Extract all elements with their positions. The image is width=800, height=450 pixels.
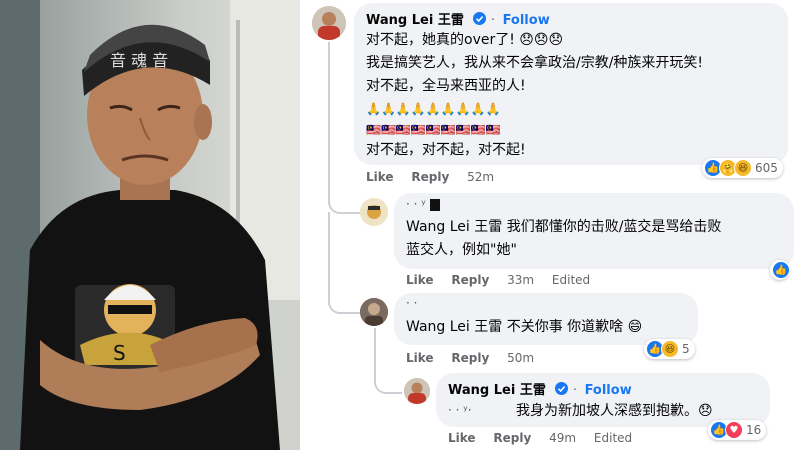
comment-timestamp[interactable]: 33m [507,273,534,287]
thread-line [328,212,330,292]
comment-panel: Wang Lei 王雷 · Follow 对不起，她真的over了! 😞😞😞 我… [300,0,800,450]
comment-author[interactable]: Wang Lei 王雷 [366,13,464,28]
edited-label[interactable]: Edited [552,273,590,287]
like-button[interactable]: Like [406,351,434,365]
comment-timestamp[interactable]: 52m [467,170,494,184]
thread-branch [328,190,360,214]
reply-text-line: 蓝交人，例如"她" [406,242,517,258]
commenter-name-redacted[interactable]: · · [406,296,417,310]
comment-author[interactable]: Wang Lei 王雷 [448,383,546,398]
photo-of-man: S 音 魂 音 [0,0,300,450]
haha-reaction-icon: 😆 [661,340,679,358]
like-button[interactable]: Like [366,170,394,184]
svg-text:S: S [113,341,126,365]
reply-text-line: 我身为新加坡人深感到抱歉。😞 [516,403,713,419]
haha-reaction-icon: 😆 [734,159,752,177]
edited-label[interactable]: Edited [594,431,632,445]
reaction-summary[interactable]: 👍 ♥ 16 [708,420,767,440]
comment-text-line: 对不起，全马来西亚的人! [366,78,526,94]
love-reaction-icon: ♥ [725,421,743,439]
avatar-portrait-icon [404,378,430,404]
commenter-name-redacted[interactable]: · · ʸ [406,197,426,211]
reaction-summary[interactable]: 👍 [770,260,790,280]
follow-button[interactable]: Follow [585,383,632,398]
thread-branch [374,370,402,394]
reply-bubble: · · Wang Lei 王雷 不关你事 你道歉啥 😄 [394,293,698,345]
reply-button[interactable]: Reply [451,273,489,287]
reply-bubble: · · ʸ Wang Lei 王雷 我们都懂你的击败/蓝交是骂给击败 蓝交人，例… [394,193,794,269]
author-avatar[interactable] [404,378,430,404]
thread-line [328,42,330,202]
reaction-summary[interactable]: 👍 😆 5 [644,339,695,359]
author-avatar[interactable] [312,6,346,40]
reaction-summary[interactable]: 👍 🤗 😆 605 [702,158,783,178]
verified-badge-icon [555,382,569,399]
follow-button[interactable]: Follow [503,13,550,28]
comment-emoji-line: 🙏🙏🙏🙏🙏🙏🙏🙏🙏 [366,102,501,116]
reply-button[interactable]: Reply [451,351,489,365]
reply-button[interactable]: Reply [411,170,449,184]
comment-text-line: 我是搞笑艺人，我从来不会拿政治/宗教/种族来开玩笑! [366,55,704,71]
avatar-photo-icon [360,298,388,326]
reaction-count: 5 [682,342,690,356]
comment-text-line: 对不起，对不起，对不起! [366,142,526,158]
commenter-avatar[interactable] [360,298,388,326]
like-button[interactable]: Like [406,273,434,287]
redaction-block [429,198,440,211]
comment-text-line: 对不起，她真的over了! 😞😞😞 [366,32,564,48]
reply-text-line: Wang Lei 王雷 我们都懂你的击败/蓝交是骂给击败 [406,219,722,235]
comment-emoji-line: 🇲🇾🇲🇾🇲🇾🇲🇾🇲🇾🇲🇾🇲🇾🇲🇾🇲🇾 [366,123,501,137]
reply-bubble: Wang Lei 王雷 · Follow · · ʸ· 我身为新加坡人深感到抱歉… [436,373,770,427]
verified-badge-icon [473,12,487,29]
comment-timestamp[interactable]: 50m [507,351,534,365]
like-button[interactable]: Like [448,431,476,445]
reply-text-line: Wang Lei 王雷 不关你事 你道歉啥 😄 [406,319,643,335]
commenter-avatar[interactable] [360,198,388,226]
thread-branch [328,290,360,314]
like-reaction-icon: 👍 [772,261,790,279]
reaction-count: 605 [755,161,778,175]
comment-bubble: Wang Lei 王雷 · Follow 对不起，她真的over了! 😞😞😞 我… [354,3,788,165]
man-photo-illustration: S 音 魂 音 [0,0,300,450]
reaction-count: 16 [746,423,762,437]
quoted-name-redacted: · · ʸ· [448,403,472,417]
comment-timestamp[interactable]: 49m [549,431,576,445]
svg-text:音 魂 音: 音 魂 音 [110,51,168,70]
avatar-cartoon-icon [360,198,388,226]
avatar-portrait-icon [312,6,346,40]
reply-button[interactable]: Reply [493,431,531,445]
